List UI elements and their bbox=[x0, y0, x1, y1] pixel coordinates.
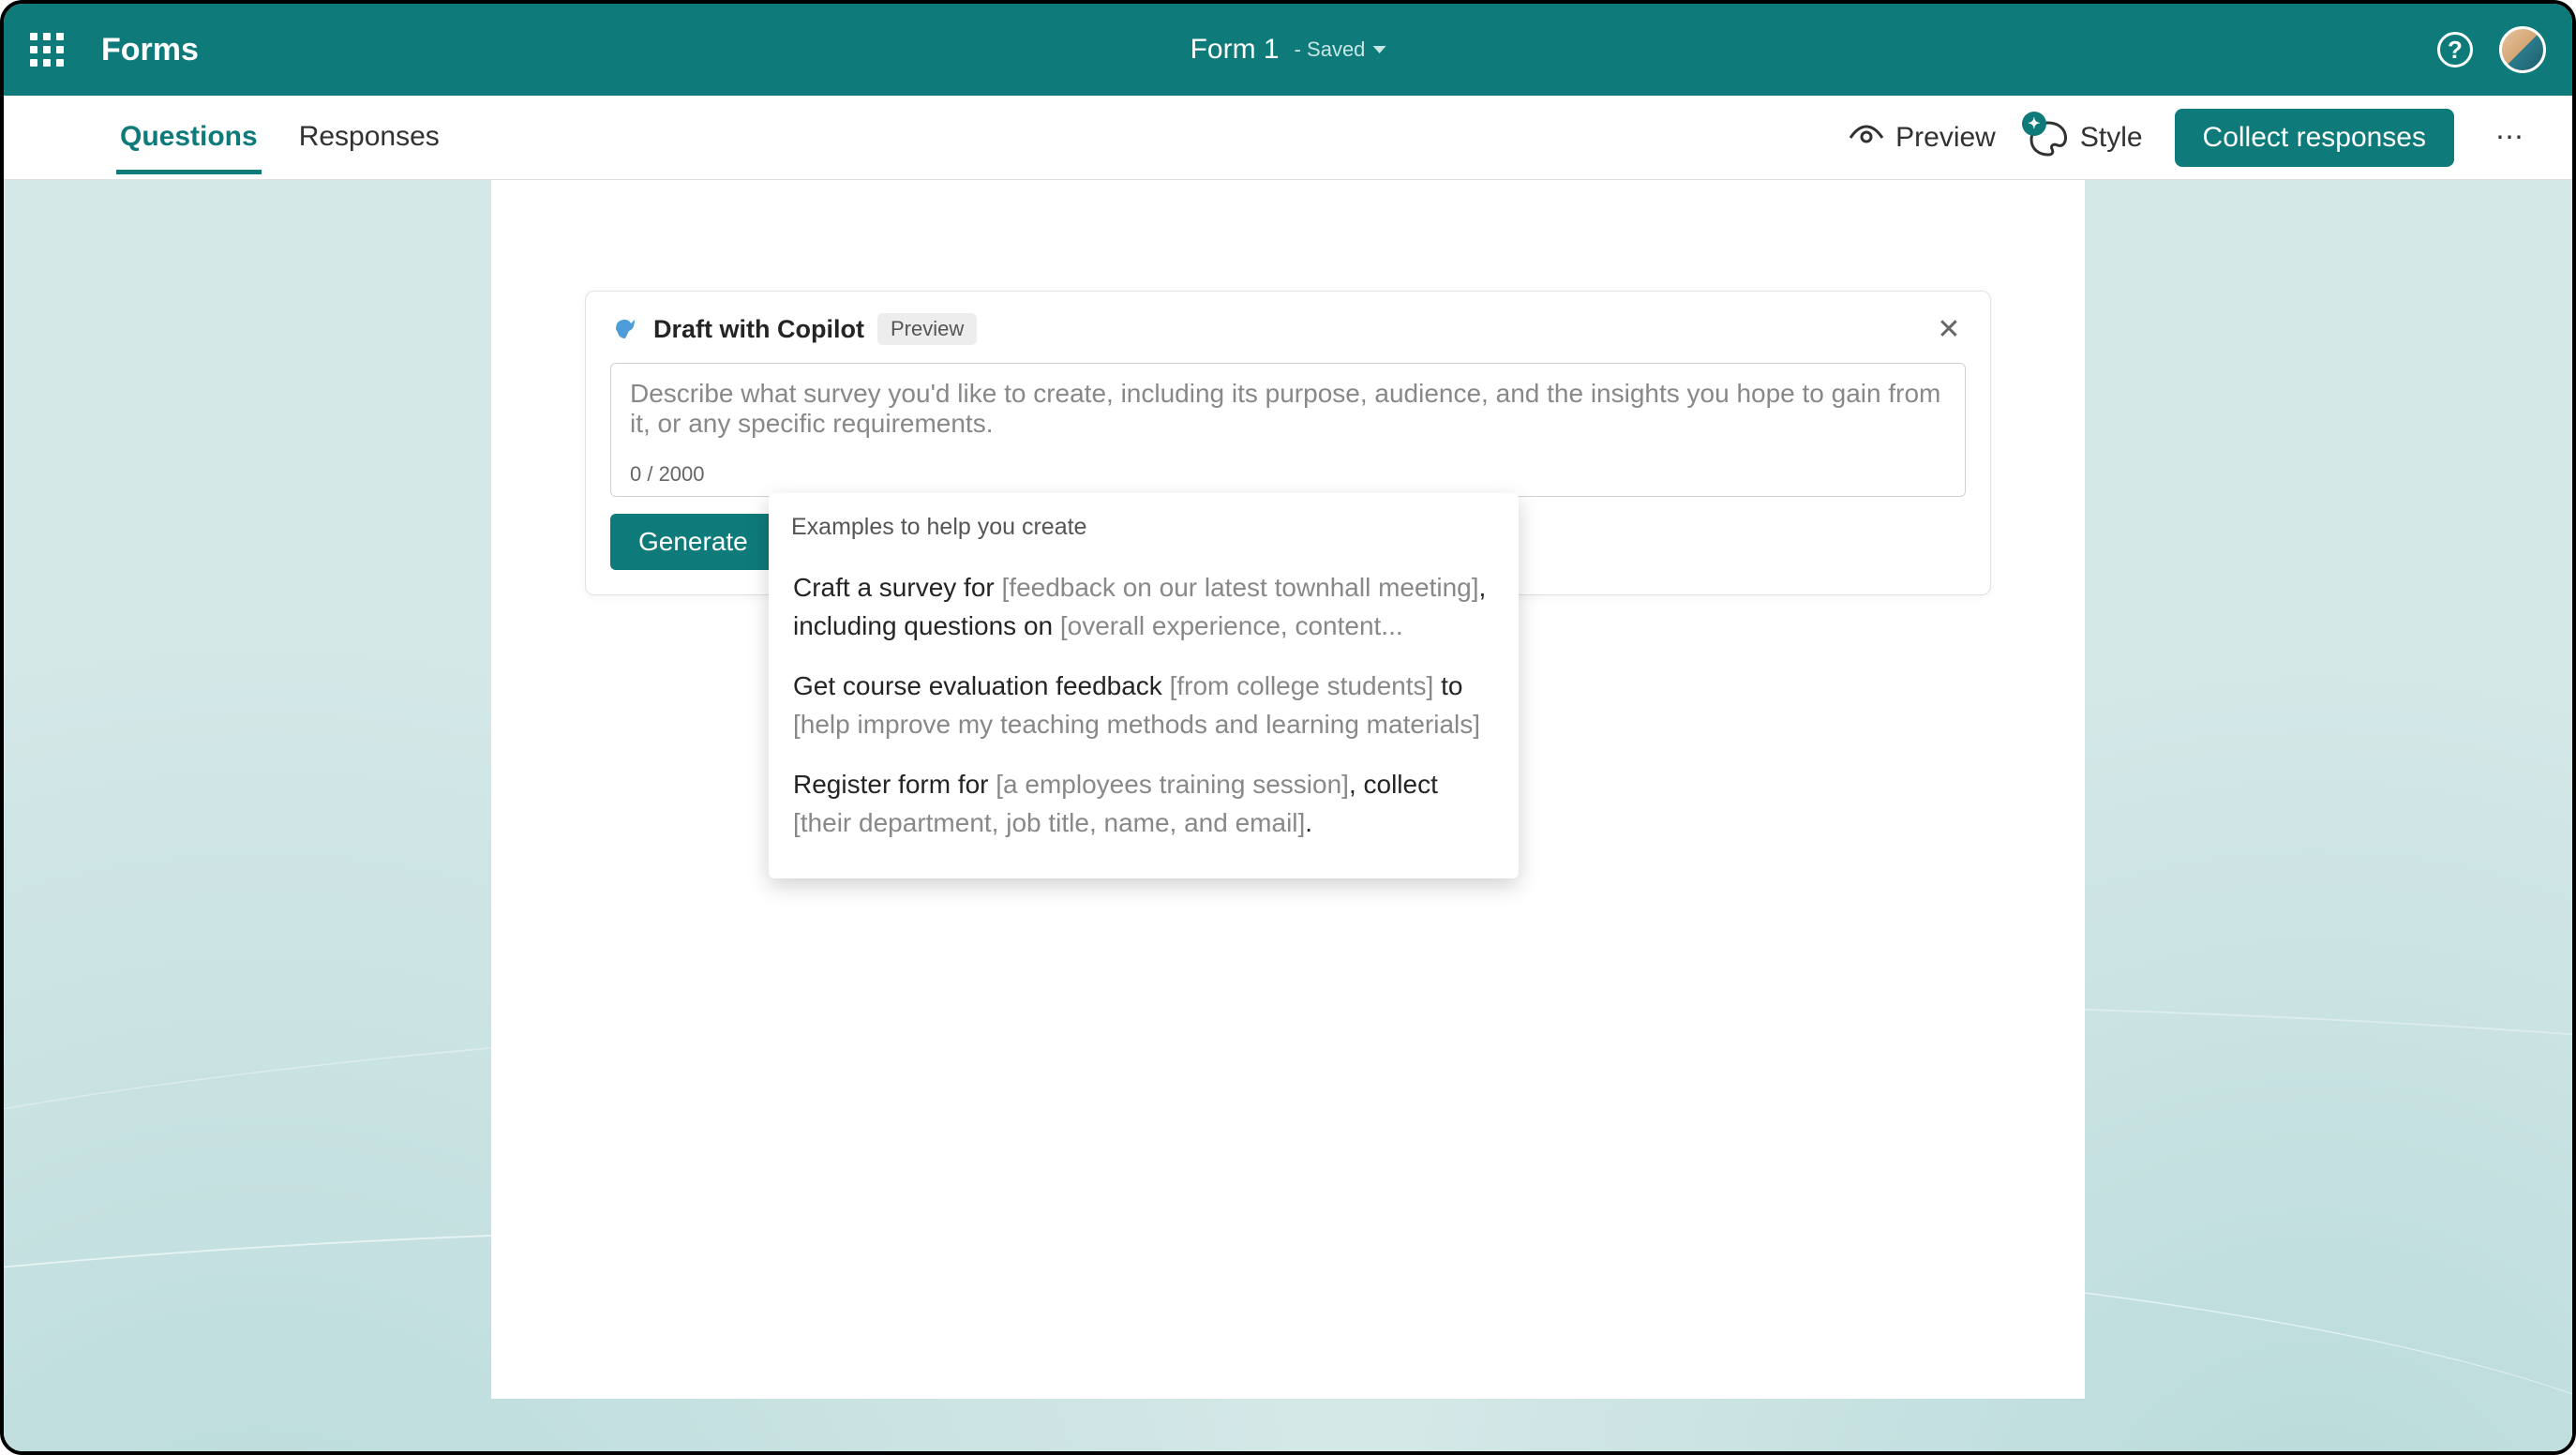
preview-badge: Preview bbox=[877, 313, 977, 345]
saved-status[interactable]: - Saved bbox=[1295, 38, 1386, 62]
preview-button[interactable]: Preview bbox=[1849, 122, 1996, 154]
close-icon[interactable]: ✕ bbox=[1932, 312, 1966, 346]
prompt-example-item[interactable]: Register form for [a employees training … bbox=[791, 755, 1496, 853]
secondary-nav: Questions Responses Preview ✦ bbox=[4, 96, 2572, 180]
preview-label: Preview bbox=[1895, 122, 1996, 154]
style-button[interactable]: ✦ Style bbox=[2028, 119, 2143, 157]
prompt-textarea[interactable] bbox=[630, 379, 1946, 454]
prompts-dropdown: Examples to help you create Craft a surv… bbox=[769, 493, 1519, 878]
collect-responses-button[interactable]: Collect responses bbox=[2175, 109, 2454, 167]
sparkle-badge-icon: ✦ bbox=[2022, 112, 2046, 136]
tab-responses[interactable]: Responses bbox=[295, 100, 443, 174]
eye-icon bbox=[1849, 125, 1884, 151]
form-title: Form 1 bbox=[1191, 34, 1280, 66]
app-name[interactable]: Forms bbox=[101, 32, 199, 68]
prompt-input-container: 0 / 2000 bbox=[610, 363, 1966, 497]
prompts-heading: Examples to help you create bbox=[791, 514, 1496, 541]
prompt-example-item[interactable]: Get course evaluation feedback [from col… bbox=[791, 656, 1496, 755]
tab-questions[interactable]: Questions bbox=[116, 100, 262, 174]
form-card: Draft with Copilot Preview ✕ 0 / 2000 Ge… bbox=[491, 180, 2085, 1399]
form-title-group[interactable]: Form 1 - Saved bbox=[1191, 34, 1386, 66]
char-count: 0 / 2000 bbox=[630, 462, 1946, 487]
app-launcher-icon[interactable] bbox=[30, 33, 64, 67]
canvas-area: Draft with Copilot Preview ✕ 0 / 2000 Ge… bbox=[4, 180, 2572, 1451]
more-menu-icon[interactable]: ⋯ bbox=[2486, 121, 2535, 154]
copilot-title: Draft with Copilot bbox=[653, 315, 864, 344]
prompt-example-item[interactable]: Craft a survey for [feedback on our late… bbox=[791, 558, 1496, 656]
generate-button[interactable]: Generate bbox=[610, 514, 776, 570]
chevron-down-icon bbox=[1372, 46, 1385, 53]
help-icon[interactable]: ? bbox=[2437, 32, 2473, 68]
app-header: Forms Form 1 - Saved ? bbox=[4, 4, 2572, 96]
palette-icon: ✦ bbox=[2028, 119, 2069, 157]
saved-status-text: - Saved bbox=[1295, 38, 1366, 62]
user-avatar[interactable] bbox=[2499, 26, 2546, 73]
copilot-logo-icon bbox=[610, 314, 640, 344]
style-label: Style bbox=[2080, 122, 2143, 154]
